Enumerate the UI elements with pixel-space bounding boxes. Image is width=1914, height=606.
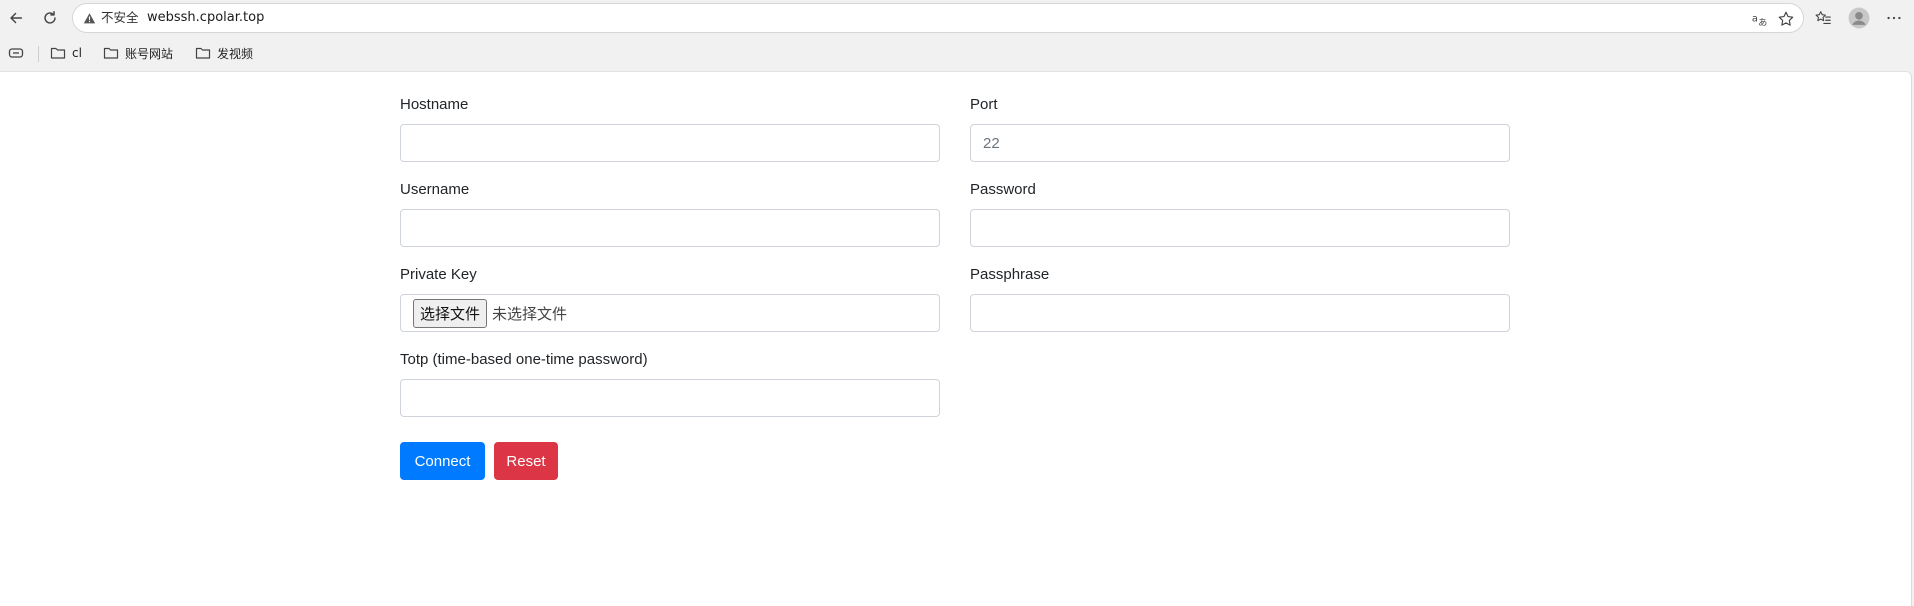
back-arrow-icon[interactable]	[2, 4, 30, 32]
username-label: Username	[400, 181, 470, 198]
address-bar[interactable]: 不安全 webssh.cpolar.top aあ	[72, 3, 1804, 33]
passphrase-input[interactable]	[970, 294, 1510, 332]
bookmark-item[interactable]: 账号网站	[99, 43, 177, 63]
bookmarks-divider	[38, 46, 39, 62]
connect-button[interactable]: Connect	[400, 442, 485, 480]
profile-avatar-icon[interactable]	[1845, 4, 1873, 32]
totp-input[interactable]	[400, 379, 940, 417]
collections-icon[interactable]	[4, 43, 28, 63]
bookmark-label: 账号网站	[125, 46, 174, 61]
more-dots-icon[interactable]	[1880, 4, 1908, 32]
port-input[interactable]	[970, 124, 1510, 162]
reload-icon[interactable]	[36, 4, 64, 32]
favorites-list-icon[interactable]	[1809, 4, 1837, 32]
translate-icon[interactable]: aあ	[1749, 8, 1771, 30]
star-icon[interactable]	[1775, 8, 1797, 30]
svg-text:あ: あ	[1758, 17, 1767, 28]
bookmark-item[interactable]: cl	[46, 43, 86, 63]
private-key-label: Private Key	[400, 266, 477, 283]
username-input[interactable]	[400, 209, 940, 247]
folder-icon	[50, 47, 66, 59]
page-content: Hostname Port Username Password Private …	[0, 71, 1912, 606]
security-label[interactable]: 不安全	[101, 9, 139, 27]
password-label: Password	[970, 181, 1036, 198]
folder-icon	[195, 47, 211, 59]
bookmark-label: cl	[72, 46, 82, 60]
password-input[interactable]	[970, 209, 1510, 247]
svg-text:a: a	[1752, 14, 1758, 25]
port-label: Port	[970, 96, 998, 113]
hostname-input[interactable]	[400, 124, 940, 162]
bookmark-label: 发视频	[217, 46, 254, 61]
totp-label: Totp (time-based one-time password)	[400, 351, 648, 368]
passphrase-label: Passphrase	[970, 266, 1050, 283]
browser-toolbar: 不安全 webssh.cpolar.top aあ	[0, 0, 1914, 36]
hostname-label: Hostname	[400, 96, 469, 113]
bookmarks-bar: cl 账号网站 发视频	[0, 40, 1914, 66]
warning-triangle-icon[interactable]	[81, 10, 97, 26]
choose-file-button[interactable]: 选择文件	[413, 298, 488, 328]
bookmark-item[interactable]: 发视频	[191, 43, 257, 63]
reset-button[interactable]: Reset	[494, 442, 558, 480]
file-status-text: 未选择文件	[492, 304, 568, 323]
url-text[interactable]: webssh.cpolar.top	[147, 9, 264, 27]
folder-icon	[103, 47, 119, 59]
private-key-file-input[interactable]: 选择文件 未选择文件	[400, 294, 940, 332]
